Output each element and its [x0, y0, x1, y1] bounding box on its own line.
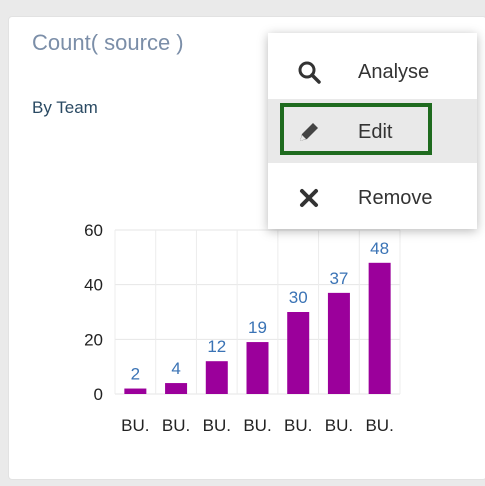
menu-item-edit[interactable]: Edit: [268, 99, 477, 163]
x-tick-label: BU.: [365, 416, 393, 435]
x-tick-label: BU.: [325, 416, 353, 435]
pencil-icon: [300, 123, 318, 141]
search-icon: [298, 61, 321, 84]
y-tick-label: 60: [84, 221, 103, 240]
bar-value-label: 4: [171, 359, 180, 378]
bar: [205, 361, 228, 394]
bar-value-label: 37: [329, 269, 348, 288]
bar-value-label: 19: [248, 318, 267, 337]
bar-value-label: 2: [131, 365, 140, 384]
y-tick-label: 40: [84, 276, 103, 295]
menu-item-analyse[interactable]: Analyse: [268, 39, 477, 103]
x-tick-label: BU.: [162, 416, 190, 435]
menu-item-label: Edit: [358, 121, 393, 143]
bar: [327, 292, 350, 394]
x-tick-label: BU.: [243, 416, 271, 435]
menu-item-label: Remove: [358, 187, 433, 209]
bar-value-label: 30: [289, 288, 308, 307]
y-tick-label: 0: [94, 385, 103, 404]
x-tick-label: BU.: [284, 416, 312, 435]
bar: [165, 383, 188, 394]
menu-item-label: Analyse: [358, 61, 430, 83]
menu-item-remove[interactable]: Remove: [268, 165, 477, 229]
y-tick-label: 20: [84, 330, 103, 349]
bar: [246, 342, 269, 394]
x-tick-label: BU.: [121, 416, 149, 435]
context-menu: Analyse Edit Remove: [268, 33, 477, 229]
bar: [368, 262, 391, 394]
close-icon: [300, 189, 318, 207]
x-tick-label: BU.: [203, 416, 231, 435]
bar-value-label: 12: [207, 337, 226, 356]
bar: [124, 388, 147, 394]
bar-value-label: 48: [370, 239, 389, 258]
bar: [287, 312, 310, 394]
